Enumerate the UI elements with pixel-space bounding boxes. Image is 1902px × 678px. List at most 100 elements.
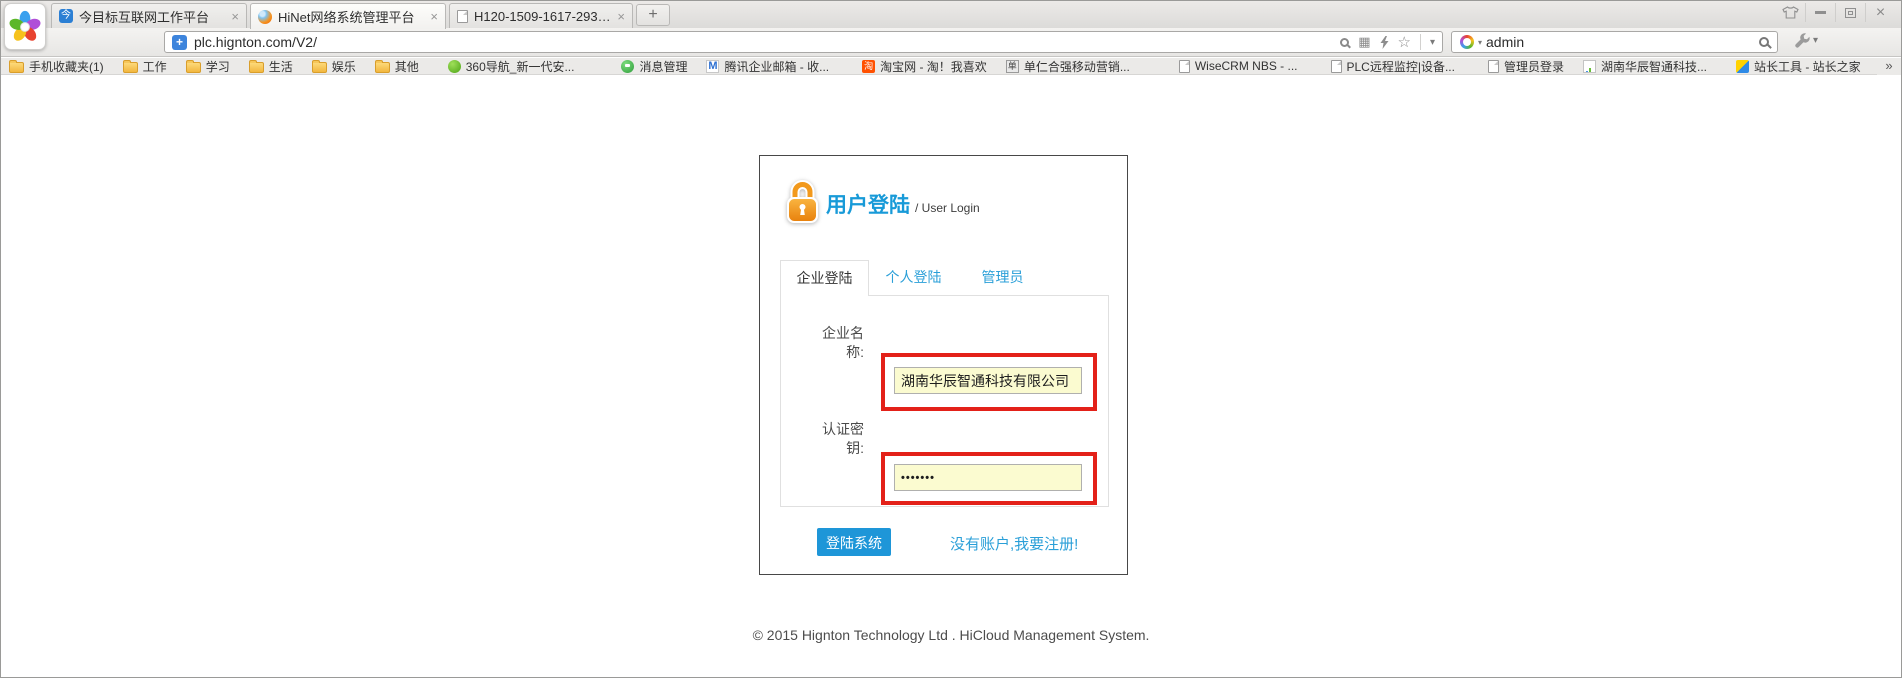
bookmarks-overflow-icon[interactable]: »: [1877, 58, 1901, 75]
bookmark-label: 湖南华辰智通科技...: [1601, 58, 1707, 75]
browser-menu-button[interactable]: [4, 3, 46, 50]
tencent-mail-icon: M: [706, 60, 719, 73]
login-title-en: / User Login: [915, 201, 980, 215]
bookmark-star-icon[interactable]: ☆: [1398, 33, 1411, 51]
browser-window: 今 今目标互联网工作平台 × HiNet网络系统管理平台 × H120-1509…: [0, 0, 1902, 678]
register-link[interactable]: 没有账户,我要注册!: [950, 533, 1078, 554]
taobao-icon: 淘: [862, 60, 875, 73]
lock-icon: [783, 177, 821, 230]
bookmark-label: 消息管理: [639, 58, 687, 75]
window-controls: ×: [1775, 3, 1895, 22]
tab-close-icon[interactable]: ×: [430, 10, 438, 23]
qr-code-icon[interactable]: ▦: [1358, 34, 1370, 50]
folder-icon: [9, 62, 24, 73]
auth-key-input[interactable]: [894, 464, 1082, 491]
tab-label: H120-1509-1617-2932-77: [474, 9, 611, 24]
bookmarks-bar: 手机收藏夹(1) 工作 学习 生活 娱乐 其他 360导航_新一代安... 消息…: [1, 58, 1901, 75]
tab-enterprise-login[interactable]: 企业登陆: [780, 260, 869, 296]
bookmark-item[interactable]: WiseCRM NBS - ...: [1179, 59, 1298, 73]
search-engine-icon[interactable]: [1460, 35, 1474, 49]
folder-icon: [249, 62, 264, 73]
bookmark-label: 其他: [395, 58, 419, 75]
theme-button[interactable]: [1775, 3, 1805, 22]
tab-personal-login[interactable]: 个人登陆: [869, 260, 958, 295]
url-text[interactable]: plc.hignton.com/V2/: [194, 34, 317, 50]
login-button[interactable]: 登陆系统: [817, 528, 891, 556]
bookmark-label: 学习: [206, 58, 230, 75]
chart-icon: [1583, 60, 1596, 73]
search-engine-dropdown-icon[interactable]: ▾: [1478, 38, 1482, 47]
tools-button[interactable]: ▾: [1794, 32, 1818, 49]
address-bar[interactable]: plc.hignton.com/V2/ ▦ ☆ ▾: [164, 31, 1443, 53]
bookmark-item[interactable]: 管理员登录: [1488, 58, 1564, 75]
tab-jinmubiao[interactable]: 今 今目标互联网工作平台 ×: [51, 3, 247, 28]
minimize-icon: [1815, 11, 1826, 14]
tab-hinet[interactable]: HiNet网络系统管理平台 ×: [250, 3, 446, 29]
restore-icon: [1845, 8, 1856, 18]
enterprise-name-label: 企业名 称:: [796, 324, 864, 362]
jinmubiao-favicon-icon: 今: [59, 9, 73, 23]
page-icon: [1179, 60, 1190, 73]
bookmark-item[interactable]: 单单仁合强移动营销...: [1006, 58, 1130, 75]
bookmark-item[interactable]: 娱乐: [312, 58, 356, 75]
bookmark-item[interactable]: 其他: [375, 58, 419, 75]
bookmark-label: 站长工具 - 站长之家: [1754, 58, 1861, 75]
bookmark-label: 管理员登录: [1504, 58, 1564, 75]
folder-icon: [123, 62, 138, 73]
folder-icon: [186, 62, 201, 73]
maximize-button[interactable]: [1835, 3, 1865, 22]
tab-strip: 今 今目标互联网工作平台 × HiNet网络系统管理平台 × H120-1509…: [51, 3, 670, 28]
page-icon: [1331, 60, 1342, 73]
tab-close-icon[interactable]: ×: [617, 10, 625, 23]
folder-icon: [375, 62, 390, 73]
login-panel: 用户登陆/ User Login 企业登陆 个人登陆 管理员 企业名 称: 认证…: [759, 155, 1128, 575]
folder-icon: [312, 62, 327, 73]
enterprise-name-input[interactable]: [894, 367, 1082, 394]
bookmark-label: 腾讯企业邮箱 - 收...: [724, 58, 829, 75]
bookmark-item[interactable]: 消息管理: [621, 58, 687, 75]
bookmark-item[interactable]: 工作: [123, 58, 167, 75]
tools-dropdown-icon[interactable]: ▾: [1813, 35, 1818, 46]
bookmark-item[interactable]: 淘淘宝网 - 淘！我喜欢: [862, 58, 987, 75]
copyright-footer: © 2015 Hignton Technology Ltd . HiCloud …: [1, 627, 1901, 643]
tab-close-icon[interactable]: ×: [231, 10, 239, 23]
bookmark-label: WiseCRM NBS - ...: [1195, 59, 1298, 73]
divider: [1420, 34, 1421, 50]
url-dropdown-icon[interactable]: ▾: [1430, 37, 1435, 48]
bookmark-label: 手机收藏夹(1): [29, 58, 104, 75]
tab-label: HiNet网络系统管理平台: [278, 7, 424, 26]
tab-administrator[interactable]: 管理员: [958, 260, 1047, 295]
search-input[interactable]: admin: [1486, 34, 1755, 50]
lightning-icon[interactable]: [1380, 36, 1389, 49]
danren-icon: 单: [1006, 60, 1019, 73]
zoom-icon[interactable]: [1340, 38, 1349, 47]
bookmark-item[interactable]: 360导航_新一代安...: [448, 58, 575, 75]
message-icon: [621, 60, 634, 73]
bookmark-label: 娱乐: [332, 58, 356, 75]
login-tabs: 企业登陆 个人登陆 管理员: [780, 260, 1047, 296]
chinaz-icon: [1736, 60, 1749, 73]
search-icon[interactable]: [1759, 37, 1769, 47]
bookmark-label: 单仁合强移动营销...: [1024, 58, 1130, 75]
bookmark-label: 淘宝网 - 淘！我喜欢: [880, 58, 987, 75]
360-nav-icon: [448, 60, 461, 73]
bookmark-label: 生活: [269, 58, 293, 75]
search-box[interactable]: ▾ admin: [1451, 31, 1778, 53]
bookmark-item[interactable]: 站长工具 - 站长之家: [1736, 58, 1861, 75]
bookmark-item[interactable]: M 腾讯企业邮箱 - 收...: [706, 58, 829, 75]
tab-label: 今目标互联网工作平台: [79, 7, 225, 26]
bookmark-item[interactable]: 学习: [186, 58, 230, 75]
bookmark-item[interactable]: 手机收藏夹(1): [9, 58, 104, 75]
bookmark-item[interactable]: 生活: [249, 58, 293, 75]
bookmark-label: PLC远程监控|设备...: [1347, 58, 1455, 75]
auth-key-label: 认证密 钥:: [796, 420, 864, 458]
bookmark-item[interactable]: PLC远程监控|设备...: [1331, 58, 1455, 75]
minimize-button[interactable]: [1805, 3, 1835, 22]
bookmark-item[interactable]: 湖南华辰智通科技...: [1583, 58, 1707, 75]
tab-h120[interactable]: H120-1509-1617-2932-77 ×: [449, 3, 633, 28]
close-button[interactable]: ×: [1865, 3, 1895, 22]
site-safety-icon[interactable]: [172, 35, 187, 50]
page-icon: [1488, 60, 1499, 73]
bookmark-label: 360导航_新一代安...: [466, 58, 575, 75]
new-tab-button[interactable]: +: [636, 4, 670, 26]
